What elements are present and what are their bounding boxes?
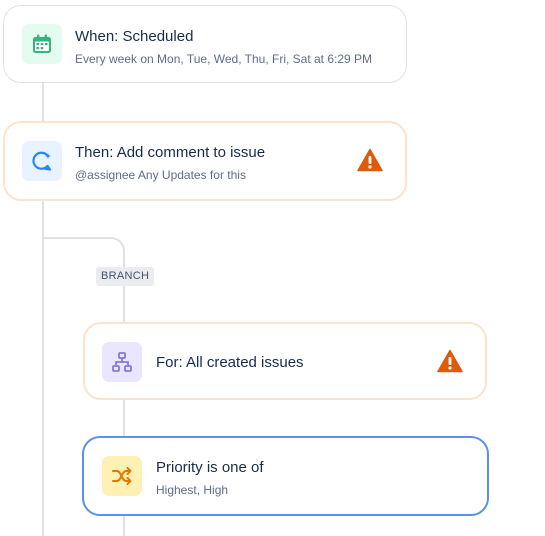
shuffle-icon	[102, 456, 142, 496]
condition-subtitle: Highest, High	[156, 483, 229, 497]
action-card[interactable]: Then: Add comment to issue @assignee Any…	[3, 121, 407, 201]
branch-title: For: All created issues	[156, 354, 304, 371]
trigger-subtitle: Every week on Mon, Tue, Wed, Thu, Fri, S…	[75, 52, 373, 66]
trigger-card[interactable]: When: Scheduled Every week on Mon, Tue, …	[3, 5, 407, 83]
warning-icon	[357, 148, 383, 172]
branch-label: BRANCH	[96, 267, 155, 286]
condition-title: Priority is one of	[156, 459, 264, 476]
action-subtitle: @assignee Any Updates for this	[75, 168, 246, 182]
hierarchy-icon	[102, 342, 142, 382]
condition-card[interactable]: Priority is one of Highest, High	[82, 436, 489, 516]
trigger-title: When: Scheduled	[75, 28, 194, 45]
branch-card[interactable]: For: All created issues	[83, 322, 487, 400]
action-title: Then: Add comment to issue	[75, 144, 266, 161]
comment-add-icon	[22, 141, 62, 181]
warning-icon	[437, 349, 463, 373]
calendar-icon	[22, 24, 62, 64]
